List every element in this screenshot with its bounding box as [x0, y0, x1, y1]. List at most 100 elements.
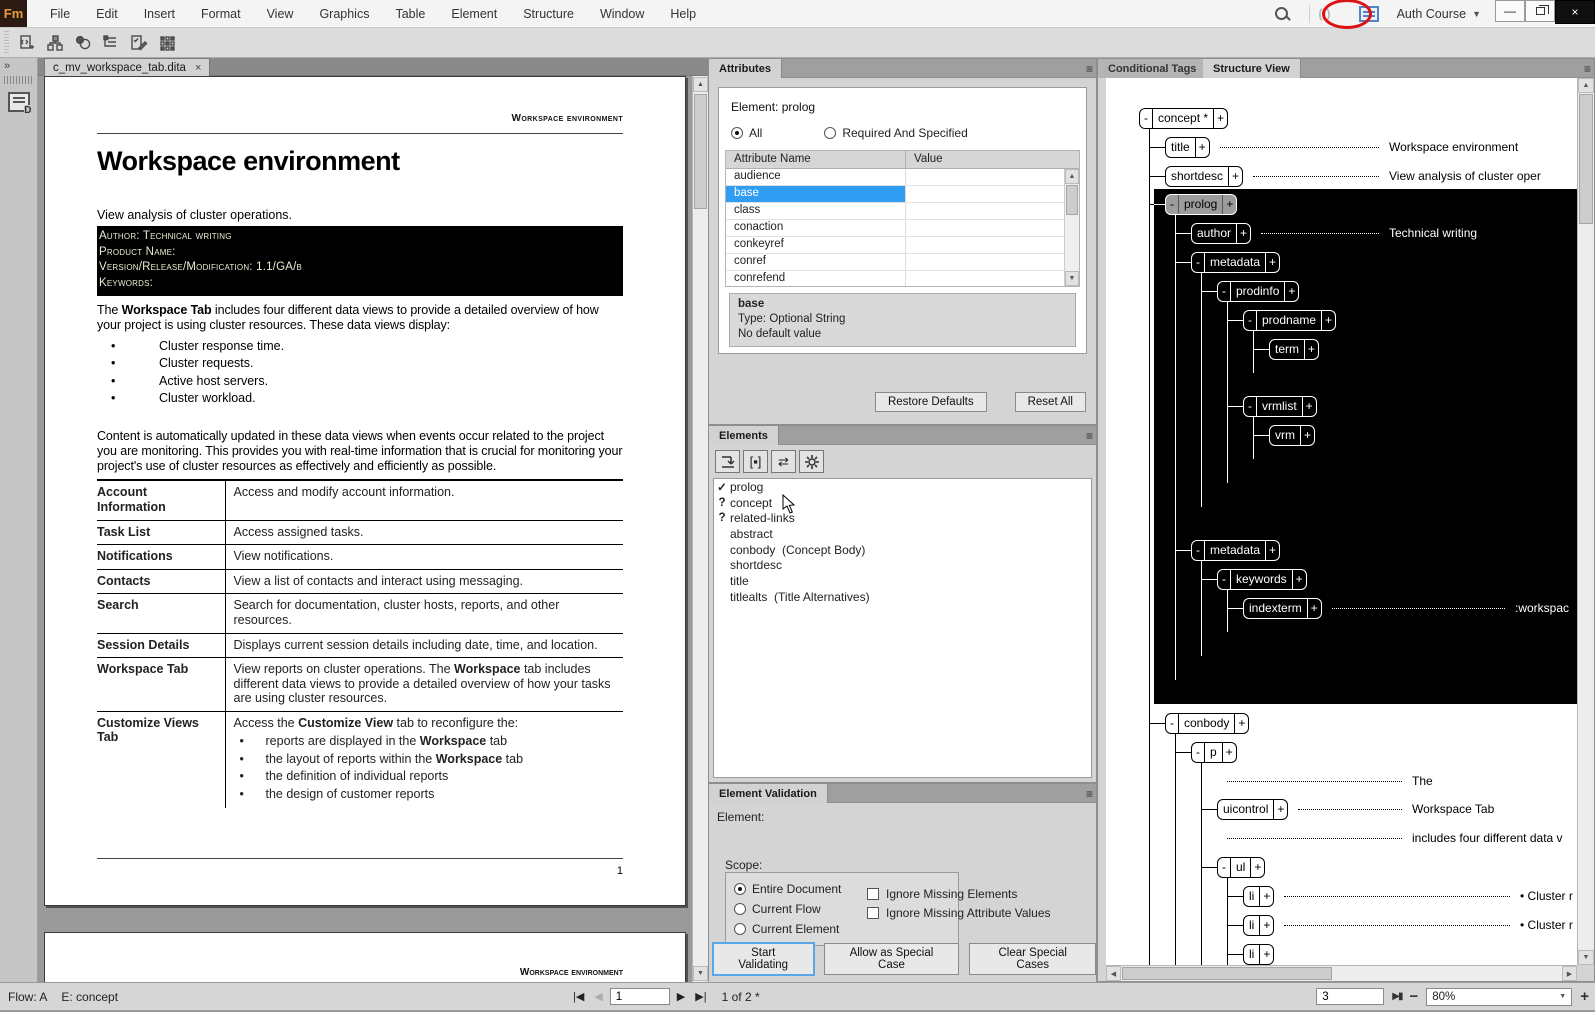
wrap-element-icon[interactable]: [▪]	[743, 450, 768, 473]
menu-file[interactable]: File	[37, 0, 83, 28]
element-item-abstract[interactable]: abstract	[714, 526, 1091, 542]
menu-edit[interactable]: Edit	[83, 0, 131, 28]
tree-node-title[interactable]: title + Workspace environment	[1165, 136, 1577, 158]
zoom-in-icon[interactable]: +	[1580, 988, 1589, 1005]
tree-node-keywords[interactable]: - keywords +	[1217, 568, 1577, 590]
structure-hscroll-thumb[interactable]	[1122, 967, 1332, 980]
bullet-item[interactable]: Cluster response time.	[97, 338, 623, 356]
attribute-row-base[interactable]: base	[726, 186, 1079, 203]
collapse-icon[interactable]: -	[1166, 713, 1179, 733]
tree-node-ul[interactable]: - ul +	[1217, 856, 1577, 878]
tab-elements[interactable]: Elements	[709, 426, 779, 445]
zoom-out-icon[interactable]: −	[1409, 988, 1418, 1005]
element-box[interactable]: - prodname +	[1243, 309, 1337, 331]
element-item-conbody[interactable]: conbody (Concept Body)	[714, 542, 1091, 558]
tree-node-prolog[interactable]: - prolog +	[1165, 193, 1577, 215]
allow-as-special-case-button[interactable]: Allow as Special Case	[823, 943, 960, 975]
expand-attributes-icon[interactable]: +	[1273, 799, 1287, 819]
tree-node-term[interactable]: term +	[1269, 338, 1577, 360]
document-shortdesc[interactable]: View analysis of cluster operations.	[97, 208, 623, 222]
goto-marker-icon[interactable]: ▶▮	[1392, 991, 1403, 1002]
tree-node-metadata[interactable]: - metadata +	[1191, 251, 1577, 273]
expand-attributes-icon[interactable]: +	[1194, 137, 1209, 157]
expand-attributes-icon[interactable]: +	[1265, 540, 1279, 560]
panel-menu-icon[interactable]: ≡	[1086, 62, 1093, 76]
attribute-table-scrollbar[interactable]: ▲ ▼	[1064, 169, 1079, 286]
bullet-item[interactable]: Cluster workload.	[97, 390, 623, 408]
expand-attributes-icon[interactable]: +	[1301, 396, 1316, 416]
element-box[interactable]: - conbody +	[1165, 712, 1250, 734]
reset-all-button[interactable]: Reset All	[1014, 392, 1086, 412]
validate-document-icon[interactable]	[126, 30, 152, 56]
menu-view[interactable]: View	[254, 0, 307, 28]
structure-tree-area[interactable]: - concept * + title + Workspace environment sh…	[1106, 78, 1577, 965]
element-box[interactable]: - prodinfo +	[1217, 280, 1300, 302]
table-row[interactable]: Session Details Displays current session …	[97, 633, 623, 659]
collapse-icon[interactable]: -	[1218, 281, 1231, 301]
element-item-prolog[interactable]: ✓ prolog	[714, 479, 1091, 495]
table-row[interactable]: Search Search for documentation, cluster …	[97, 593, 623, 634]
document-scroll-thumb[interactable]	[694, 94, 707, 209]
document-vertical-scrollbar[interactable]: ▲ ▼	[692, 76, 708, 982]
page-number-input[interactable]	[609, 988, 670, 1005]
tree-node-li[interactable]: li + • Cluster r	[1243, 914, 1577, 936]
prolog-metadata-block[interactable]: Author: Technical writing Product Name: Ve…	[97, 226, 623, 296]
document-canvas[interactable]: Workspace environment Workspace environm…	[38, 76, 692, 982]
tree-node-prodname[interactable]: - prodname +	[1243, 309, 1577, 331]
next-page-icon[interactable]: ▶	[674, 990, 688, 1003]
tree-node-author[interactable]: author + Technical writing	[1191, 222, 1577, 244]
checkbox-ignore-missing-attribute-values[interactable]: Ignore Missing Attribute Values	[867, 903, 1051, 922]
attribute-row-audience[interactable]: audience	[726, 169, 1079, 186]
element-box[interactable]: - concept * +	[1139, 107, 1229, 129]
tree-node-prodinfo[interactable]: - prodinfo +	[1217, 280, 1577, 302]
element-box[interactable]: li +	[1243, 943, 1275, 965]
expand-attributes-icon[interactable]: +	[1222, 194, 1236, 214]
change-element-icon[interactable]: ⇄	[771, 450, 796, 473]
collapse-icon[interactable]: -	[1244, 396, 1257, 416]
radio-required-and-specified[interactable]: Required And Specified	[824, 126, 968, 140]
element-box[interactable]: term +	[1269, 338, 1319, 360]
document-title[interactable]: Workspace environment	[97, 146, 623, 177]
table-row[interactable]: Task List Access assigned tasks.	[97, 520, 623, 546]
attribute-row-class[interactable]: class	[726, 203, 1079, 220]
new-xml-document-icon[interactable]	[14, 30, 40, 56]
scroll-right-icon[interactable]: ▶	[1562, 966, 1577, 981]
expand-attributes-icon[interactable]: +	[1259, 944, 1273, 964]
attribute-row-conkeyref[interactable]: conkeyref	[726, 237, 1079, 254]
expand-attributes-icon[interactable]: +	[1300, 425, 1314, 445]
expand-attributes-icon[interactable]: +	[1284, 281, 1298, 301]
attribute-row-conref[interactable]: conref	[726, 254, 1079, 271]
structure-horizontal-scrollbar[interactable]: ◀ ▶	[1106, 965, 1577, 981]
collapse-icon[interactable]: -	[1244, 310, 1257, 330]
structure-view-toggle-icon[interactable]	[1358, 5, 1379, 22]
start-validating-button[interactable]: Start Validating	[712, 942, 815, 976]
collapse-icon[interactable]: -	[1218, 569, 1231, 589]
document-tab-close-icon[interactable]: ×	[195, 62, 201, 74]
tree-node-li[interactable]: li +	[1243, 943, 1577, 965]
radio-current-element[interactable]: Current Element	[734, 919, 950, 939]
collapse-icon[interactable]: -	[1166, 194, 1179, 214]
tab-structure-view[interactable]: Structure View	[1203, 59, 1301, 78]
menu-window[interactable]: Window	[587, 0, 657, 28]
toolbar-grip[interactable]	[4, 30, 9, 55]
tree-node-concept[interactable]: - concept * +	[1139, 107, 1577, 129]
menu-structure[interactable]: Structure	[510, 0, 587, 28]
element-box[interactable]: title +	[1165, 136, 1210, 158]
graphics-icon[interactable]	[70, 30, 96, 56]
expand-left-panels-icon[interactable]: »	[0, 58, 37, 74]
bullet-item[interactable]: Active host servers.	[97, 373, 623, 391]
restore-defaults-button[interactable]: Restore Defaults	[874, 392, 987, 412]
scroll-left-icon[interactable]: ◀	[1106, 966, 1121, 981]
radio-all[interactable]: All	[731, 126, 762, 140]
tree-node-vrm[interactable]: vrm +	[1269, 424, 1577, 446]
first-page-icon[interactable]: |◀	[570, 990, 587, 1003]
table-row[interactable]: Notifications View notifications.	[97, 544, 623, 570]
scroll-down-icon[interactable]: ▼	[1578, 950, 1594, 965]
tab-conditional-tags[interactable]: Conditional Tags	[1098, 59, 1208, 78]
restore-button[interactable]	[1525, 0, 1555, 22]
clear-special-cases-button[interactable]: Clear Special Cases	[969, 943, 1097, 975]
scroll-up-icon[interactable]: ▲	[1065, 169, 1079, 184]
collapse-icon[interactable]: -	[1140, 108, 1153, 128]
element-item-titlealts[interactable]: titlealts (Title Alternatives)	[714, 589, 1091, 605]
expand-attributes-icon[interactable]: +	[1265, 252, 1279, 272]
